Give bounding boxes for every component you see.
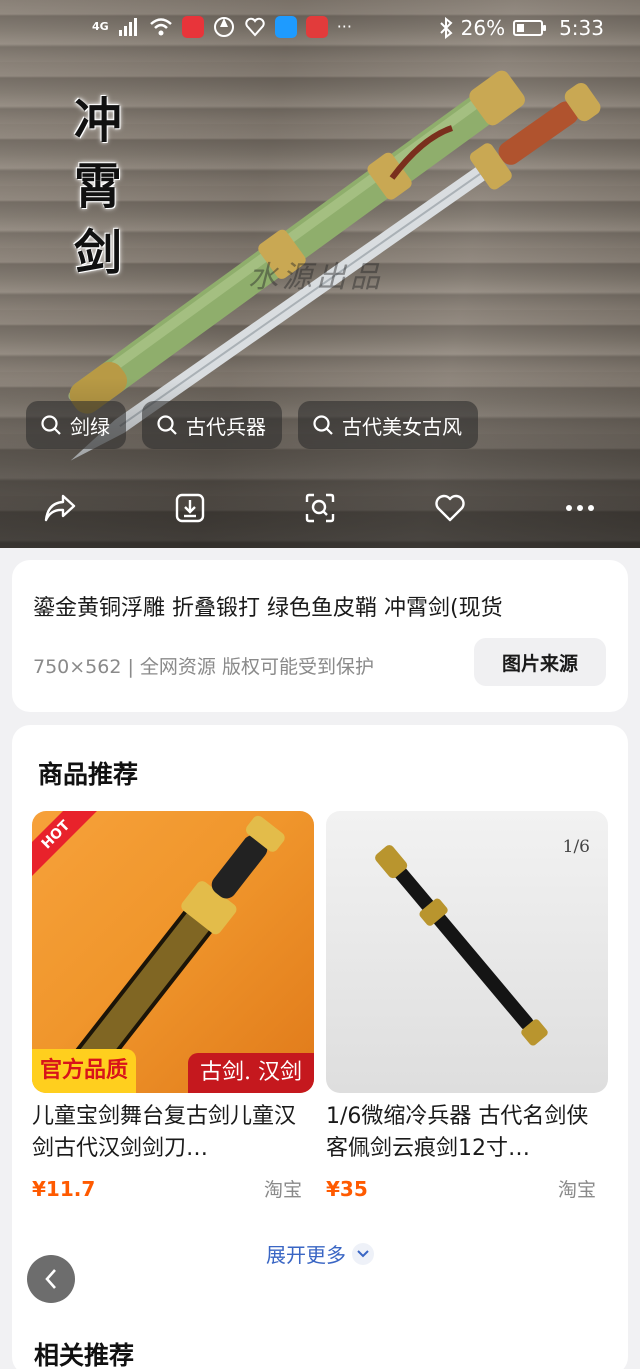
bluetooth-icon: [439, 17, 453, 39]
hero-image[interactable]: 冲 霄 剑 水源出品 4G ··· 26% 5:33 剑绿 古代兵器 古代美女古…: [0, 0, 640, 548]
image-source-button[interactable]: 图片来源: [474, 638, 606, 686]
tag-chip[interactable]: 剑绿: [26, 401, 126, 449]
calligraphy-char: 剑: [73, 225, 122, 281]
product-recommendations: 商品推荐 HOT 官方品质 古剑. 汉剑 儿童宝剑舞台复古剑儿童汉剑古代汉剑剑刀…: [12, 725, 628, 1369]
battery-icon: [513, 20, 547, 36]
battery-percent: 26%: [460, 16, 506, 40]
aperture-icon: [213, 17, 234, 37]
more-button[interactable]: [556, 484, 604, 532]
health-icon: [245, 17, 265, 37]
status-bar: 4G ··· 26% 5:33: [0, 0, 640, 60]
official-quality-badge: 官方品质: [32, 1049, 137, 1093]
expand-more-button[interactable]: 展开更多: [12, 1239, 628, 1268]
calligraphy-char: 霄: [73, 159, 122, 215]
huawei-app-icon: [181, 16, 204, 38]
category-badge: 古剑. 汉剑: [188, 1053, 314, 1093]
section-title: 商品推荐: [38, 760, 139, 789]
clock: 5:33: [559, 16, 604, 40]
download-button[interactable]: [166, 484, 214, 532]
product-name: 儿童宝剑舞台复古剑儿童汉剑古代汉剑剑刀…: [32, 1104, 297, 1161]
product-name: 1/6微缩冷兵器 古代名剑侠客佩剑云痕剑12寸…: [326, 1104, 589, 1161]
search-tags: 剑绿 古代兵器 古代美女古风: [26, 401, 478, 449]
tag-label: 剑绿: [70, 414, 110, 439]
scale-label: 1/6: [562, 837, 590, 857]
related-section-title: 相关推荐: [34, 1341, 135, 1369]
product-shop: 淘宝: [557, 1179, 596, 1201]
wifi-icon: [149, 18, 172, 36]
download-icon: [175, 493, 205, 523]
more-icon: [566, 505, 594, 511]
product-price: ¥11.7: [32, 1176, 96, 1201]
tag-label: 古代兵器: [186, 414, 266, 439]
image-search-icon: [305, 493, 335, 523]
calligraphy-title: 冲 霄 剑: [72, 88, 124, 286]
image-search-button[interactable]: [296, 484, 344, 532]
search-icon: [157, 415, 177, 435]
calligraphy-char: 冲: [73, 93, 122, 149]
expand-more-label: 展开更多: [266, 1243, 346, 1267]
image-title: 鎏金黄铜浮雕 折叠锻打 绿色鱼皮鞘 冲霄剑(现货: [33, 596, 503, 621]
tag-label: 古代美女古风: [342, 414, 462, 439]
watermark: 水源出品: [248, 260, 384, 295]
tag-chip[interactable]: 古代美女古风: [298, 401, 478, 449]
network-label: 4G: [92, 20, 109, 33]
search-icon: [313, 415, 333, 435]
product-price: ¥35: [326, 1176, 368, 1201]
favorite-button[interactable]: [426, 484, 474, 532]
product-card[interactable]: 1/6 1/6微缩冷兵器 古代名剑侠客佩剑云痕剑12寸… ¥35 淘宝: [326, 811, 608, 1202]
product-image[interactable]: 1/6: [326, 811, 608, 1093]
heart-icon: [435, 494, 465, 522]
chevron-down-icon: [352, 1242, 374, 1265]
chevron-left-icon: [45, 1269, 56, 1289]
product-image[interactable]: HOT 官方品质 古剑. 汉剑: [32, 811, 314, 1093]
image-meta: 750×562 | 全网资源 版权可能受到保护: [33, 656, 374, 678]
search-icon: [41, 415, 61, 435]
signal-icon: [118, 18, 137, 36]
image-info-card: 鎏金黄铜浮雕 折叠锻打 绿色鱼皮鞘 冲霄剑(现货 750×562 | 全网资源 …: [12, 560, 628, 712]
tag-chip[interactable]: 古代兵器: [142, 401, 282, 449]
product-card[interactable]: HOT 官方品质 古剑. 汉剑 儿童宝剑舞台复古剑儿童汉剑古代汉剑剑刀… ¥11…: [32, 811, 314, 1202]
more-status-icon: ···: [336, 17, 352, 36]
back-button[interactable]: [27, 1255, 75, 1303]
share-icon: [44, 494, 76, 522]
image-actions: [0, 484, 640, 532]
product-shop: 淘宝: [263, 1179, 302, 1201]
share-button[interactable]: [36, 484, 84, 532]
search-app-icon: [274, 16, 297, 38]
heart-app-icon: [305, 16, 328, 38]
